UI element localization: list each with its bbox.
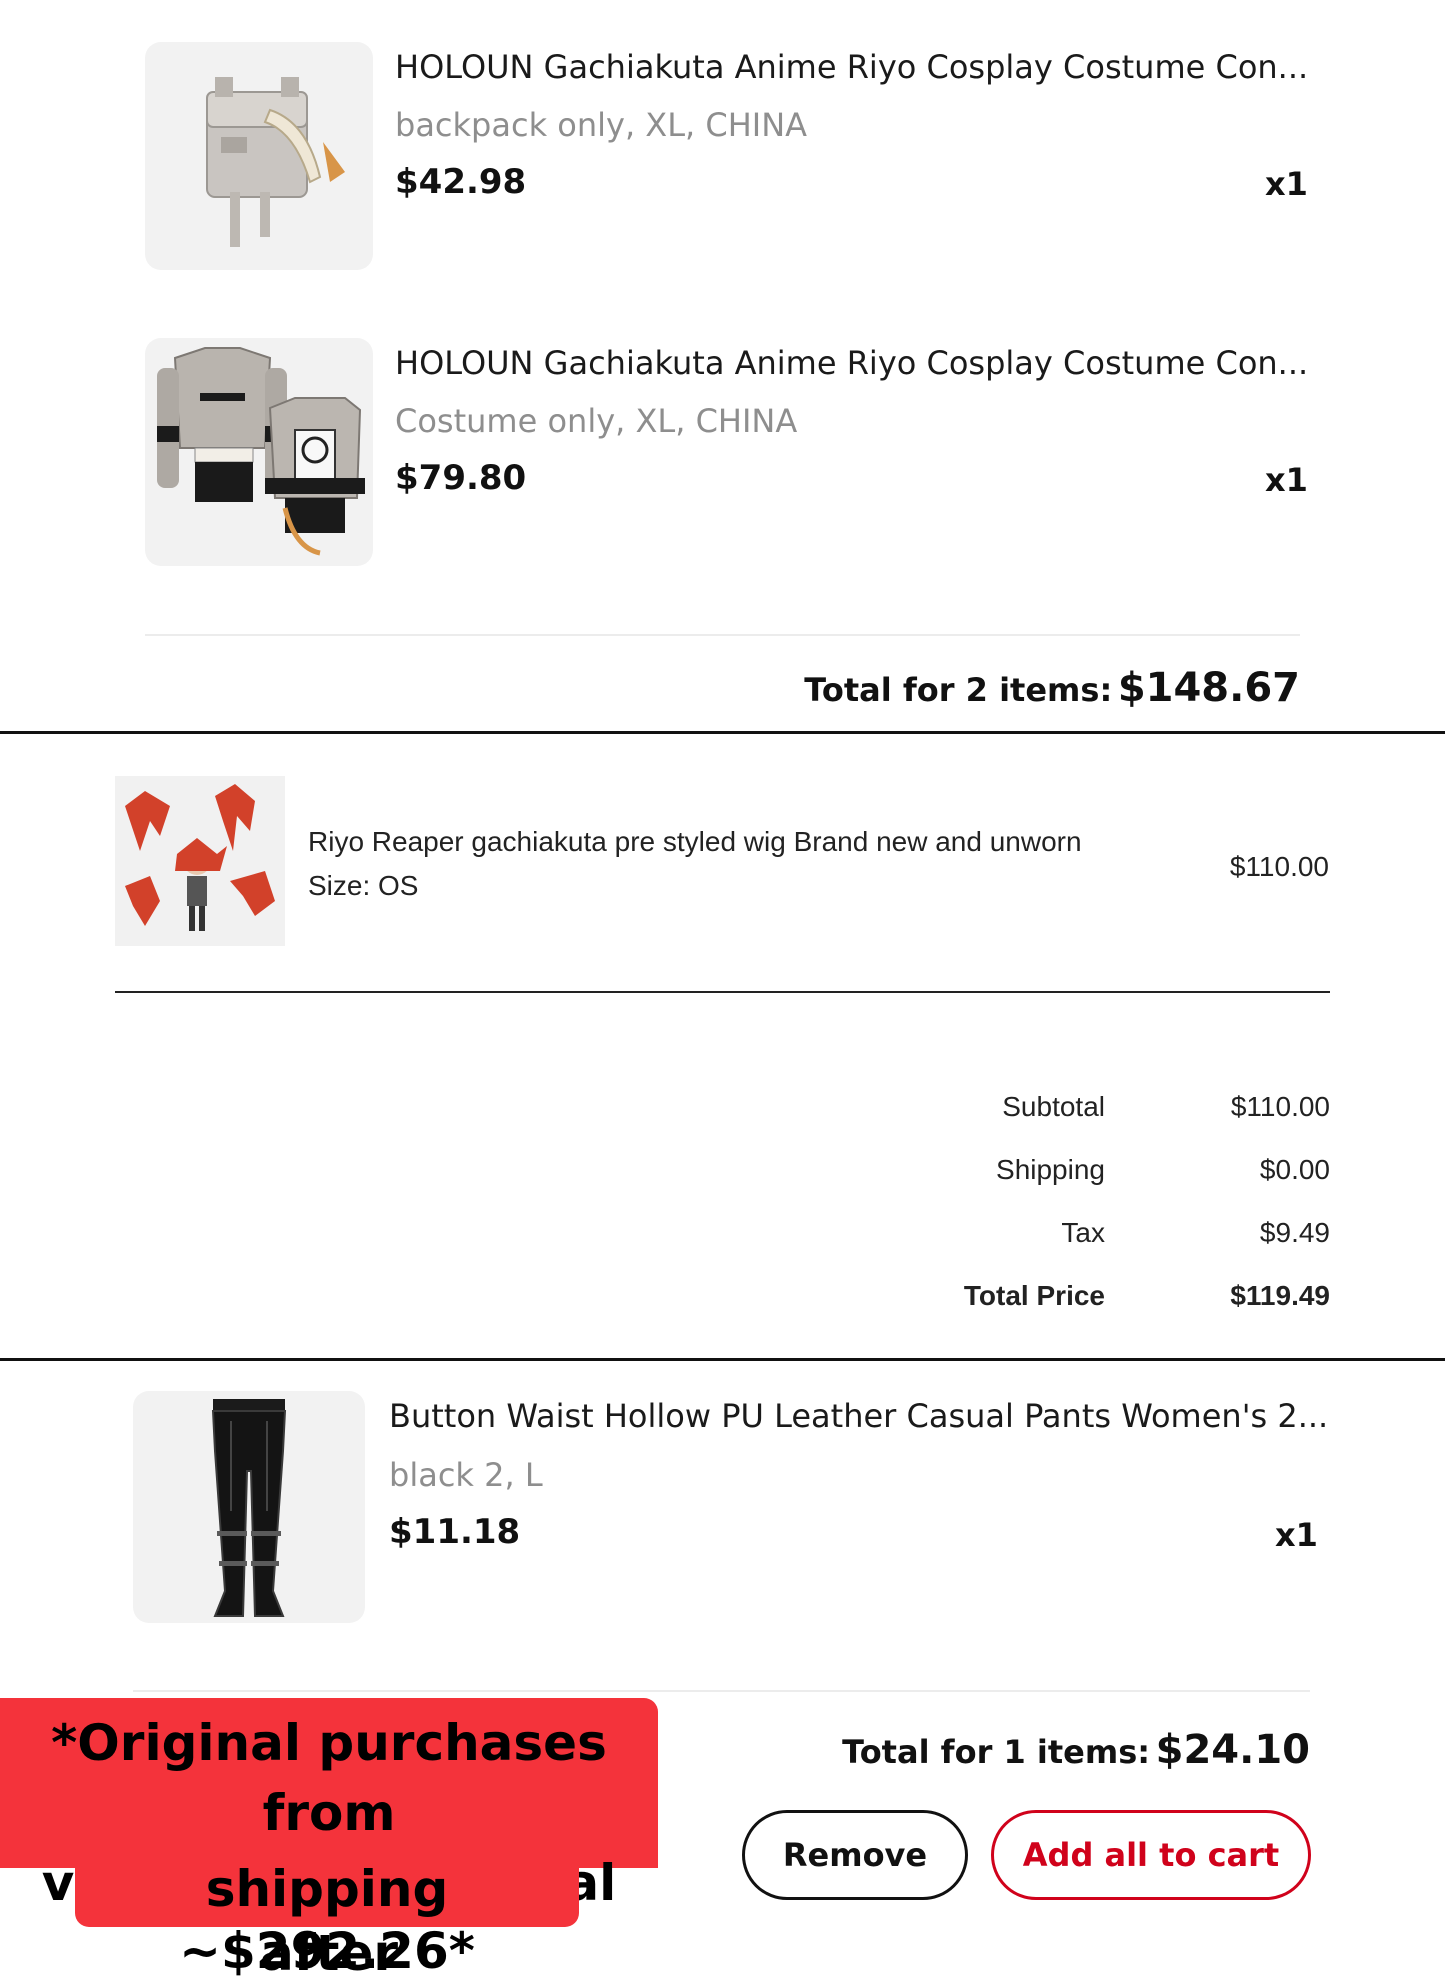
product-thumbnail-pants[interactable] — [133, 1391, 365, 1623]
product-title[interactable]: Button Waist Hollow PU Leather Casual Pa… — [389, 1397, 1328, 1435]
product-price: $42.98 — [395, 162, 527, 202]
product-title[interactable]: Riyo Reaper gachiakuta pre styled wig Br… — [308, 826, 1082, 858]
divider — [145, 634, 1300, 636]
product-quantity: x1 — [1275, 1516, 1318, 1554]
product-price: $11.18 — [389, 1512, 521, 1552]
product-variant: black 2, L — [389, 1456, 543, 1494]
subtotal-label: Subtotal — [1002, 1091, 1105, 1122]
order-total: Total for 2 items: $148.67 — [804, 665, 1300, 711]
order-total-label: Total for 1 items: — [842, 1733, 1151, 1771]
divider — [133, 1690, 1310, 1692]
notice-banner: *Original purchases from various stores.… — [0, 1698, 658, 1982]
shipping-value: $0.00 — [1259, 1154, 1330, 1185]
costume-image — [157, 347, 365, 556]
total-price-label: Total Price — [963, 1280, 1105, 1311]
order-total-label: Total for 2 items: — [804, 671, 1113, 709]
tax-label: Tax — [1061, 1217, 1105, 1248]
divider — [115, 991, 1330, 993]
order-total-value: $24.10 — [1155, 1727, 1310, 1773]
product-quantity: x1 — [1265, 165, 1308, 203]
product-price: $79.80 — [395, 458, 527, 498]
product-thumbnail-costume[interactable] — [145, 338, 373, 566]
order-total: Total for 1 items: $24.10 — [842, 1727, 1310, 1773]
notice-line-1: *Original purchases from — [51, 1714, 607, 1842]
order-total-value: $148.67 — [1117, 665, 1300, 711]
notice-line-3: shipping ~$292.26* — [179, 1860, 475, 1980]
add-all-to-cart-button[interactable]: Add all to cart — [991, 1810, 1311, 1900]
section-divider — [0, 1358, 1445, 1361]
product-variant: Costume only, XL, CHINA — [395, 402, 798, 440]
product-price: $110.00 — [1229, 851, 1329, 882]
notice-banner-tail: shipping ~$292.26* — [75, 1858, 579, 1980]
product-thumbnail-wig[interactable] — [115, 776, 285, 946]
product-title[interactable]: HOLOUN Gachiakuta Anime Riyo Cosplay Cos… — [395, 344, 1308, 382]
wig-image — [115, 776, 285, 946]
remove-button[interactable]: Remove — [742, 1810, 968, 1900]
shipping-label: Shipping — [996, 1154, 1105, 1185]
tax-value: $9.49 — [1259, 1217, 1330, 1248]
product-title[interactable]: HOLOUN Gachiakuta Anime Riyo Cosplay Cos… — [395, 48, 1308, 86]
product-quantity: x1 — [1265, 461, 1308, 499]
product-thumbnail-backpack[interactable] — [145, 42, 373, 270]
backpack-image — [206, 77, 345, 247]
product-variant: backpack only, XL, CHINA — [395, 106, 808, 144]
section-divider — [0, 731, 1445, 734]
subtotal-value: $110.00 — [1230, 1091, 1330, 1122]
pants-image — [211, 1399, 287, 1617]
total-price-value: $119.49 — [1230, 1280, 1330, 1311]
product-size: Size: OS — [308, 870, 419, 901]
